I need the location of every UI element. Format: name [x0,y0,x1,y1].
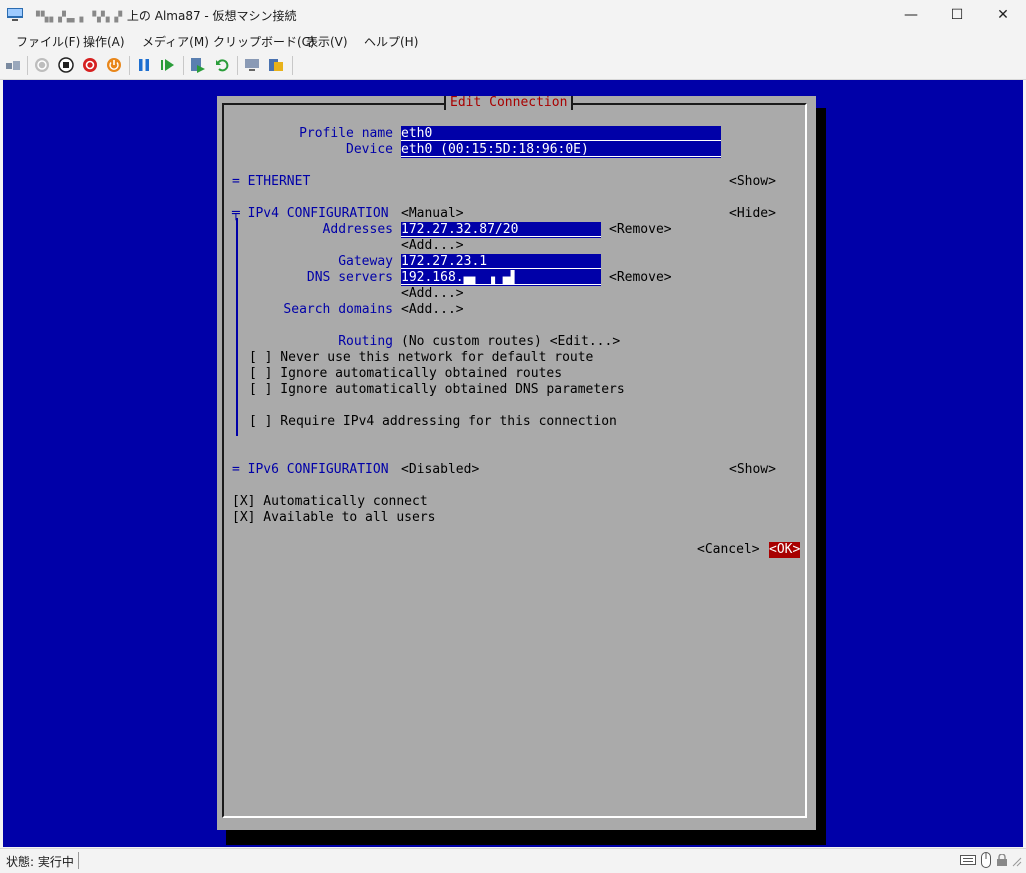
ipv4-section-bracket [236,218,238,436]
ctrl-alt-del-icon[interactable] [5,57,21,73]
search-domains-add-button[interactable]: <Add...> [401,302,464,318]
close-icon: ✕ [997,7,1009,23]
menu-file[interactable]: ファイル(F) [16,33,80,50]
all-users-checkbox[interactable]: [X] Available to all users [232,510,436,526]
gateway-input[interactable]: 172.27.23.1 [401,254,601,270]
status-bar: 状態: 実行中 [0,848,1026,873]
menu-view[interactable]: 表示(V) [306,33,348,50]
routing-label: Routing [338,334,393,349]
ipv4-section-label: IPv4 CONFIGURATION [247,206,389,221]
ipv6-mode-dropdown[interactable]: <Disabled> [401,462,479,478]
resume-icon[interactable] [160,57,176,73]
power-icon[interactable] [106,57,122,73]
pause-icon[interactable] [136,57,152,73]
menu-media[interactable]: メディア(M) [142,33,209,50]
gateway-label: Gateway [338,254,393,269]
ignore-dns-checkbox[interactable]: [ ] Ignore automatically obtained DNS pa… [249,382,625,398]
toolbar [0,52,1026,80]
device-label: Device [346,142,393,157]
ipv4-mode-dropdown[interactable]: <Manual> [401,206,464,222]
address-input[interactable]: 172.27.32.87/20 [401,222,601,238]
dns-server-input[interactable]: 192.168.▄▖ ▗ ▄▌ [401,270,601,286]
auto-connect-checkbox[interactable]: [X] Automatically connect [232,494,428,510]
device-input[interactable]: eth0 (00:15:5D:18:96:0E) [401,142,721,158]
ethernet-show-button[interactable]: <Show> [729,174,776,190]
minimize-icon: — [904,7,918,23]
ignore-routes-checkbox[interactable]: [ ] Ignore automatically obtained routes [249,366,562,382]
require-ipv4-checkbox[interactable]: [ ] Require IPv4 addressing for this con… [249,414,617,430]
never-default-route-checkbox[interactable]: [ ] Never use this network for default r… [249,350,593,366]
ipv4-hide-button[interactable]: <Hide> [729,206,776,222]
profile-name-input[interactable]: eth0 [401,126,721,142]
turn-off-icon[interactable] [58,57,74,73]
close-button[interactable]: ✕ [980,0,1026,30]
ok-button[interactable]: <OK> [769,542,801,558]
addresses-label: Addresses [322,222,393,237]
keyboard-icon [960,855,976,865]
cancel-button[interactable]: <Cancel> [697,542,760,558]
window-title: 上の Alma87 - 仮想マシン接続 [126,9,297,23]
ethernet-section-label: ETHERNET [247,174,311,189]
window-titlebar: ▝▚▖▞▃▗ ▝▞▖▞ 上の Alma87 - 仮想マシン接続 — ☐ ✕ [0,0,1026,30]
search-domains-label: Search domains [283,302,393,317]
profile-name-label: Profile name [299,126,393,141]
menu-clipboard[interactable]: クリップボード(C) [213,33,315,50]
enhanced-session-icon[interactable] [244,57,260,73]
menu-action[interactable]: 操作(A) [83,33,125,50]
resize-grip-icon[interactable] [1012,857,1022,867]
window-title-blurred: ▝▚▖▞▃▗ ▝▞▖▞ [32,12,124,23]
menu-bar: ファイル(F) 操作(A) メディア(M) クリップボード(C) 表示(V) ヘ… [0,30,1026,52]
ethernet-marker: = [232,174,240,189]
ipv6-marker: = [232,462,240,477]
lock-icon [997,854,1007,866]
dns-add-button[interactable]: <Add...> [401,286,464,302]
vm-connection-icon [7,8,23,21]
mouse-icon [981,852,991,868]
share-icon[interactable] [268,57,284,73]
address-remove-button[interactable]: <Remove> [609,222,672,238]
maximize-button[interactable]: ☐ [934,0,980,30]
shutdown-icon[interactable] [82,57,98,73]
dialog-title: Edit Connection [444,96,574,110]
status-text: 状態: 実行中 [6,855,74,869]
revert-icon[interactable] [214,57,230,73]
checkpoint-icon[interactable] [190,57,206,73]
routing-edit-button[interactable]: (No custom routes) <Edit...> [401,334,620,350]
ipv6-section-label: IPv6 CONFIGURATION [247,462,389,477]
edit-connection-dialog: Edit Connection Profile name eth0 Device… [217,96,816,830]
start-icon[interactable] [34,57,50,73]
minimize-button[interactable]: — [888,0,934,30]
dns-servers-label: DNS servers [306,270,393,285]
maximize-icon: ☐ [950,7,964,23]
menu-help[interactable]: ヘルプ(H) [364,33,418,50]
address-add-button[interactable]: <Add...> [401,238,464,254]
ipv6-show-button[interactable]: <Show> [729,462,776,478]
dns-remove-button[interactable]: <Remove> [609,270,672,286]
